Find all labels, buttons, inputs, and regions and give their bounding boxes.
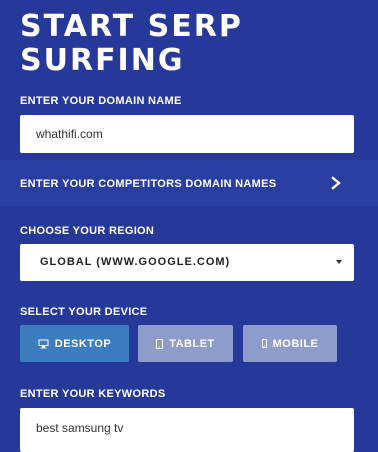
region-select[interactable]: GLOBAL (WWW.GOOGLE.COM) bbox=[20, 244, 354, 281]
title-line-2: SURFING bbox=[20, 43, 185, 78]
mobile-button-label: MOBILE bbox=[272, 337, 319, 350]
page-title: START SERP SURFING bbox=[20, 10, 243, 78]
competitors-label[interactable]: ENTER YOUR COMPETITORS DOMAIN NAMES bbox=[20, 178, 276, 190]
tablet-icon bbox=[156, 338, 164, 349]
domain-label: ENTER YOUR DOMAIN NAME bbox=[20, 95, 182, 107]
domain-input[interactable]: whathifi.com bbox=[20, 115, 354, 153]
region-selected-value: GLOBAL (WWW.GOOGLE.COM) bbox=[40, 256, 231, 268]
region-label: CHOOSE YOUR REGION bbox=[20, 225, 155, 237]
tablet-button[interactable]: TABLET bbox=[138, 325, 233, 362]
keywords-label: ENTER YOUR KEYWORDS bbox=[20, 388, 166, 400]
desktop-button-label: DESKTOP bbox=[54, 337, 112, 350]
chevron-right-icon[interactable] bbox=[330, 176, 342, 190]
device-label: SELECT YOUR DEVICE bbox=[20, 306, 148, 318]
desktop-icon bbox=[38, 339, 49, 348]
mobile-icon bbox=[261, 339, 267, 348]
title-line-1: START SERP bbox=[20, 9, 243, 44]
desktop-button[interactable]: DESKTOP bbox=[20, 325, 129, 362]
keywords-input[interactable]: best samsung tv bbox=[20, 408, 354, 452]
mobile-button[interactable]: MOBILE bbox=[243, 325, 337, 362]
tablet-button-label: TABLET bbox=[169, 337, 215, 350]
caret-down-icon bbox=[336, 260, 342, 264]
